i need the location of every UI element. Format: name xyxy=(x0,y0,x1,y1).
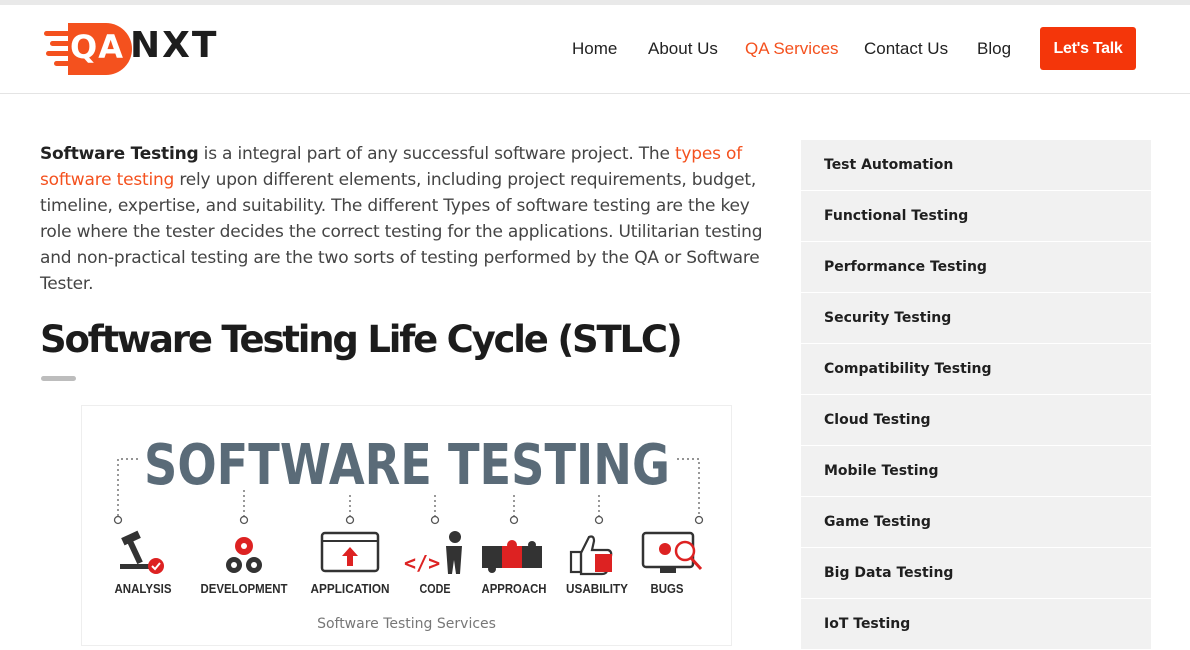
microscope-icon xyxy=(120,530,164,574)
sidebar-item-cloud-testing[interactable]: Cloud Testing xyxy=(801,395,1151,446)
nav-home[interactable]: Home xyxy=(572,39,617,59)
label-code: CODE xyxy=(420,581,451,596)
bug-search-icon xyxy=(641,531,703,573)
sidebar-item-label: Cloud Testing xyxy=(824,412,931,428)
sidebar-item-big-data-testing[interactable]: Big Data Testing xyxy=(801,548,1151,599)
figure-caption: Software Testing Services xyxy=(317,616,496,632)
sidebar-item-performance-testing[interactable]: Performance Testing xyxy=(801,242,1151,293)
site-logo[interactable]: QA NXT xyxy=(44,17,224,77)
sidebar-item-label: Big Data Testing xyxy=(824,565,954,581)
intro-bold-lead: Software Testing xyxy=(40,144,199,164)
sidebar-item-label: IoT Testing xyxy=(824,616,911,632)
puzzle-icon xyxy=(482,540,542,573)
sidebar-item-functional-testing[interactable]: Functional Testing xyxy=(801,191,1151,242)
thumbs-up-icon xyxy=(569,535,613,576)
sidebar-item-compatibility-testing[interactable]: Compatibility Testing xyxy=(801,344,1151,395)
label-development: DEVELOPMENT xyxy=(201,581,288,596)
section-heading: Software Testing Life Cycle (STLC) xyxy=(40,318,683,361)
site-header: QA NXT Home About Us QA Services Contact… xyxy=(0,5,1190,94)
label-approach: APPROACH xyxy=(482,581,547,596)
sidebar-item-label: Compatibility Testing xyxy=(824,361,992,377)
sidebar-item-label: Test Automation xyxy=(824,157,954,173)
sidebar-item-test-automation[interactable]: Test Automation xyxy=(801,140,1151,191)
nav-qa-services[interactable]: QA Services xyxy=(745,39,839,59)
sidebar-item-security-testing[interactable]: Security Testing xyxy=(801,293,1151,344)
services-sidebar: Test Automation Functional Testing Perfo… xyxy=(801,140,1151,650)
label-application: APPLICATION xyxy=(311,581,390,596)
nav-contact-us[interactable]: Contact Us xyxy=(864,39,948,59)
sidebar-item-label: Functional Testing xyxy=(824,208,969,224)
label-analysis: ANALYSIS xyxy=(115,581,172,596)
nav-blog[interactable]: Blog xyxy=(977,39,1011,59)
coder-icon: </> xyxy=(404,531,462,575)
software-testing-figure: SOFTWARE TESTING </> ANALYSIS DEVELOPMEN… xyxy=(81,405,732,646)
intro-paragraph: Software Testing is a integral part of a… xyxy=(40,141,780,297)
heading-underline xyxy=(41,376,76,381)
sidebar-item-mobile-testing[interactable]: Mobile Testing xyxy=(801,446,1151,497)
figure-title: SOFTWARE TESTING xyxy=(144,433,670,498)
sidebar-item-game-testing[interactable]: Game Testing xyxy=(801,497,1151,548)
svg-text:</>: </> xyxy=(404,551,440,575)
sidebar-item-label: Game Testing xyxy=(824,514,931,530)
sidebar-item-iot-testing[interactable]: IoT Testing xyxy=(801,599,1151,650)
sidebar-item-label: Performance Testing xyxy=(824,259,987,275)
lets-talk-button[interactable]: Let's Talk xyxy=(1040,27,1136,70)
nav-about-us[interactable]: About Us xyxy=(648,39,718,59)
browser-upload-icon xyxy=(320,531,380,573)
gears-icon xyxy=(226,537,262,573)
logo-prefix: QA xyxy=(70,28,124,66)
intro-text-1: is a integral part of any successful sof… xyxy=(198,144,675,164)
label-usability: USABILITY xyxy=(566,581,628,596)
sidebar-item-label: Security Testing xyxy=(824,310,952,326)
label-bugs: BUGS xyxy=(651,581,684,596)
sidebar-item-label: Mobile Testing xyxy=(824,463,939,479)
logo-suffix: NXT xyxy=(130,25,219,66)
figure-illustration: SOFTWARE TESTING </> ANALYSIS DEVELOPMEN… xyxy=(113,433,704,596)
